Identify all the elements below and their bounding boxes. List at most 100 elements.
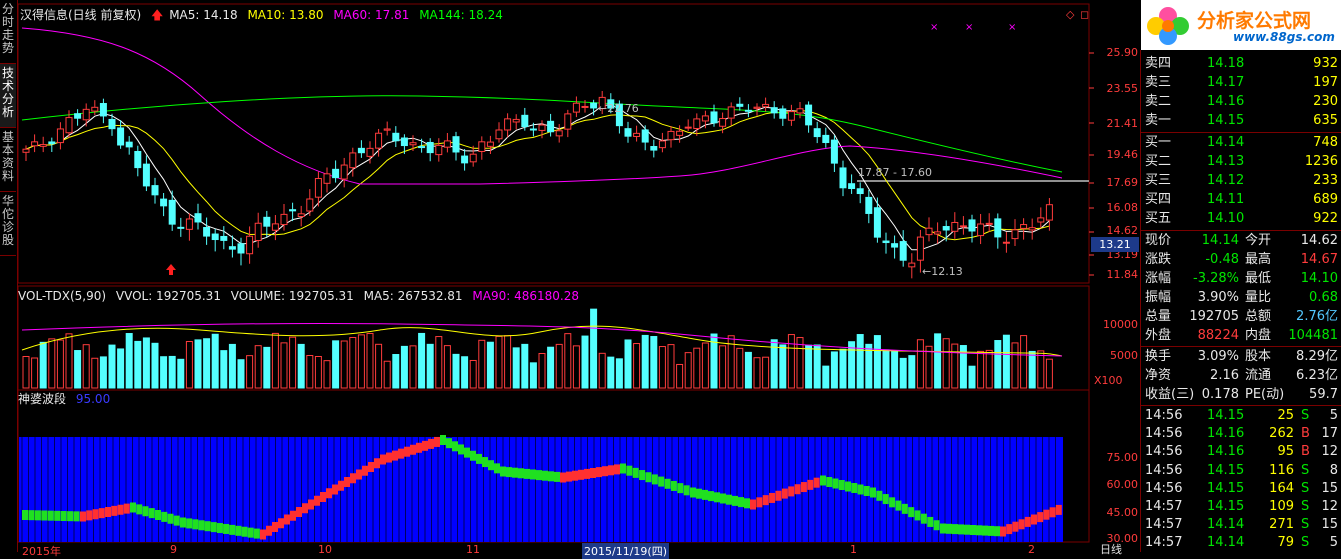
trade-count: 8 — [1329, 462, 1338, 478]
stat-label: 总量 — [1145, 309, 1172, 324]
trade-price: 14.16 — [1207, 426, 1245, 442]
wave-segment — [440, 435, 446, 445]
wave-segment — [130, 502, 136, 513]
wave-segment — [901, 503, 908, 514]
ask-row[interactable]: 卖二 14.16 230 — [1141, 92, 1341, 111]
date-tick: 10 — [318, 543, 332, 556]
trade-row: 14:56 14.15 164 S 15 — [1141, 479, 1341, 498]
wave-segment — [1006, 524, 1013, 535]
volume-bar — [375, 343, 383, 389]
candle-body — [56, 128, 64, 144]
bid-row[interactable]: 买四 14.11 689 — [1141, 190, 1341, 209]
volume-bar — [194, 339, 202, 389]
trade-time: 14:56 — [1145, 408, 1183, 423]
fund-label: 收益(三) — [1145, 387, 1195, 402]
bid-price: 14.12 — [1207, 173, 1245, 188]
trade-row: 14:56 14.16 262 B 17 — [1141, 424, 1341, 443]
bid-row[interactable]: 买三 14.12 233 — [1141, 171, 1341, 190]
vol-indicator-name[interactable]: VOL-TDX(5,90) — [18, 289, 106, 303]
wave-segment — [933, 520, 940, 531]
wave-segment — [123, 503, 130, 514]
vol-ma5-line — [21, 325, 1063, 357]
wave-segment — [173, 515, 180, 526]
candle-body — [822, 134, 830, 144]
ask-row[interactable]: 卖四 14.18 932 — [1141, 54, 1341, 73]
bid-price: 14.13 — [1207, 154, 1245, 169]
vvol-label: VVOL: 192705.31 — [115, 289, 221, 303]
ask-row[interactable]: 卖一 14.15 635 — [1141, 111, 1341, 130]
volume-bar — [882, 349, 890, 389]
wave-segment — [253, 528, 260, 539]
bid-row[interactable]: 买一 14.14 748 — [1141, 133, 1341, 152]
stat-label: 内盘 — [1245, 328, 1272, 343]
volume-bar — [134, 340, 142, 389]
wave-segment — [608, 465, 614, 476]
bid-volume: 689 — [1313, 192, 1338, 207]
logo-banner: 分析家公式网 www.88gs.com — [1141, 0, 1341, 50]
wave-segment — [820, 475, 826, 486]
candle-body — [813, 128, 821, 138]
wave-segment — [506, 467, 512, 478]
ask-row[interactable]: 卖三 14.17 197 — [1141, 73, 1341, 92]
candle-body — [31, 141, 39, 147]
stat-value: 3.90% — [1197, 290, 1239, 305]
candle-body — [134, 150, 142, 169]
bid-row[interactable]: 买五 14.10 922 — [1141, 209, 1341, 228]
candle-body — [667, 130, 675, 141]
candle-body — [400, 137, 408, 147]
wave-indicator-name[interactable]: 神婆波段 — [18, 392, 66, 406]
wave-segment — [845, 481, 851, 492]
candle-body — [117, 127, 125, 146]
volume-bar — [667, 344, 675, 389]
wave-segment — [410, 444, 416, 455]
volume-bar — [323, 360, 331, 389]
volume-bar — [891, 351, 899, 389]
volume-bar — [314, 356, 322, 389]
fundamental-row: 净资 2.16 流通 6.23亿 — [1141, 366, 1341, 385]
candle-body — [91, 106, 99, 112]
wave-segment — [161, 511, 168, 522]
candle-body — [220, 235, 228, 241]
wave-segment — [614, 464, 620, 475]
wave-segment — [927, 516, 934, 527]
stat-label: 最低 — [1245, 271, 1272, 286]
price-tick: 19.46 — [1106, 148, 1139, 161]
wave-segment — [470, 450, 476, 461]
stat-label: 最高 — [1245, 252, 1272, 267]
bid-row[interactable]: 买二 14.13 1236 — [1141, 152, 1341, 171]
fund-value: 8.29亿 — [1296, 349, 1338, 364]
period-label[interactable]: 日线 — [1100, 541, 1122, 557]
date-tick: 9 — [170, 543, 177, 556]
volume-bar — [753, 357, 761, 389]
ask-label: 卖一 — [1145, 113, 1172, 128]
wave-segment — [590, 468, 596, 478]
bid-price: 14.11 — [1207, 192, 1245, 207]
chart-canvas[interactable]: × × × — [0, 0, 1140, 552]
stat-value: 14.14 — [1201, 233, 1239, 248]
logo-brand-text: 分析家公式网 — [1197, 10, 1312, 32]
volume-bar — [822, 365, 830, 389]
vol-ma5-label: MA5: 267532.81 — [363, 289, 463, 303]
candle-body — [538, 124, 546, 131]
wave-segment — [690, 487, 696, 498]
volume-bar — [684, 352, 692, 389]
trade-row: 14:57 14.14 79 S 5 — [1141, 533, 1341, 552]
candle-body — [787, 111, 795, 121]
wave-header: 神婆波段 95.00 — [18, 391, 116, 407]
wave-segment — [416, 442, 422, 453]
candle-body — [125, 141, 133, 148]
ask-volume: 197 — [1313, 75, 1338, 90]
wave-segment — [838, 480, 845, 490]
candle-body — [796, 108, 804, 114]
candle-body — [357, 147, 365, 154]
wave-segment — [769, 492, 776, 503]
candle-body — [676, 130, 684, 136]
volume-bar — [254, 345, 262, 389]
volume-bar — [813, 344, 821, 389]
candle-body — [142, 163, 150, 187]
stat-value: 192705 — [1189, 309, 1239, 324]
volume-bar — [779, 344, 787, 389]
trade-count: 5 — [1329, 408, 1338, 423]
candle-body — [719, 118, 727, 127]
candle-body — [633, 132, 641, 137]
